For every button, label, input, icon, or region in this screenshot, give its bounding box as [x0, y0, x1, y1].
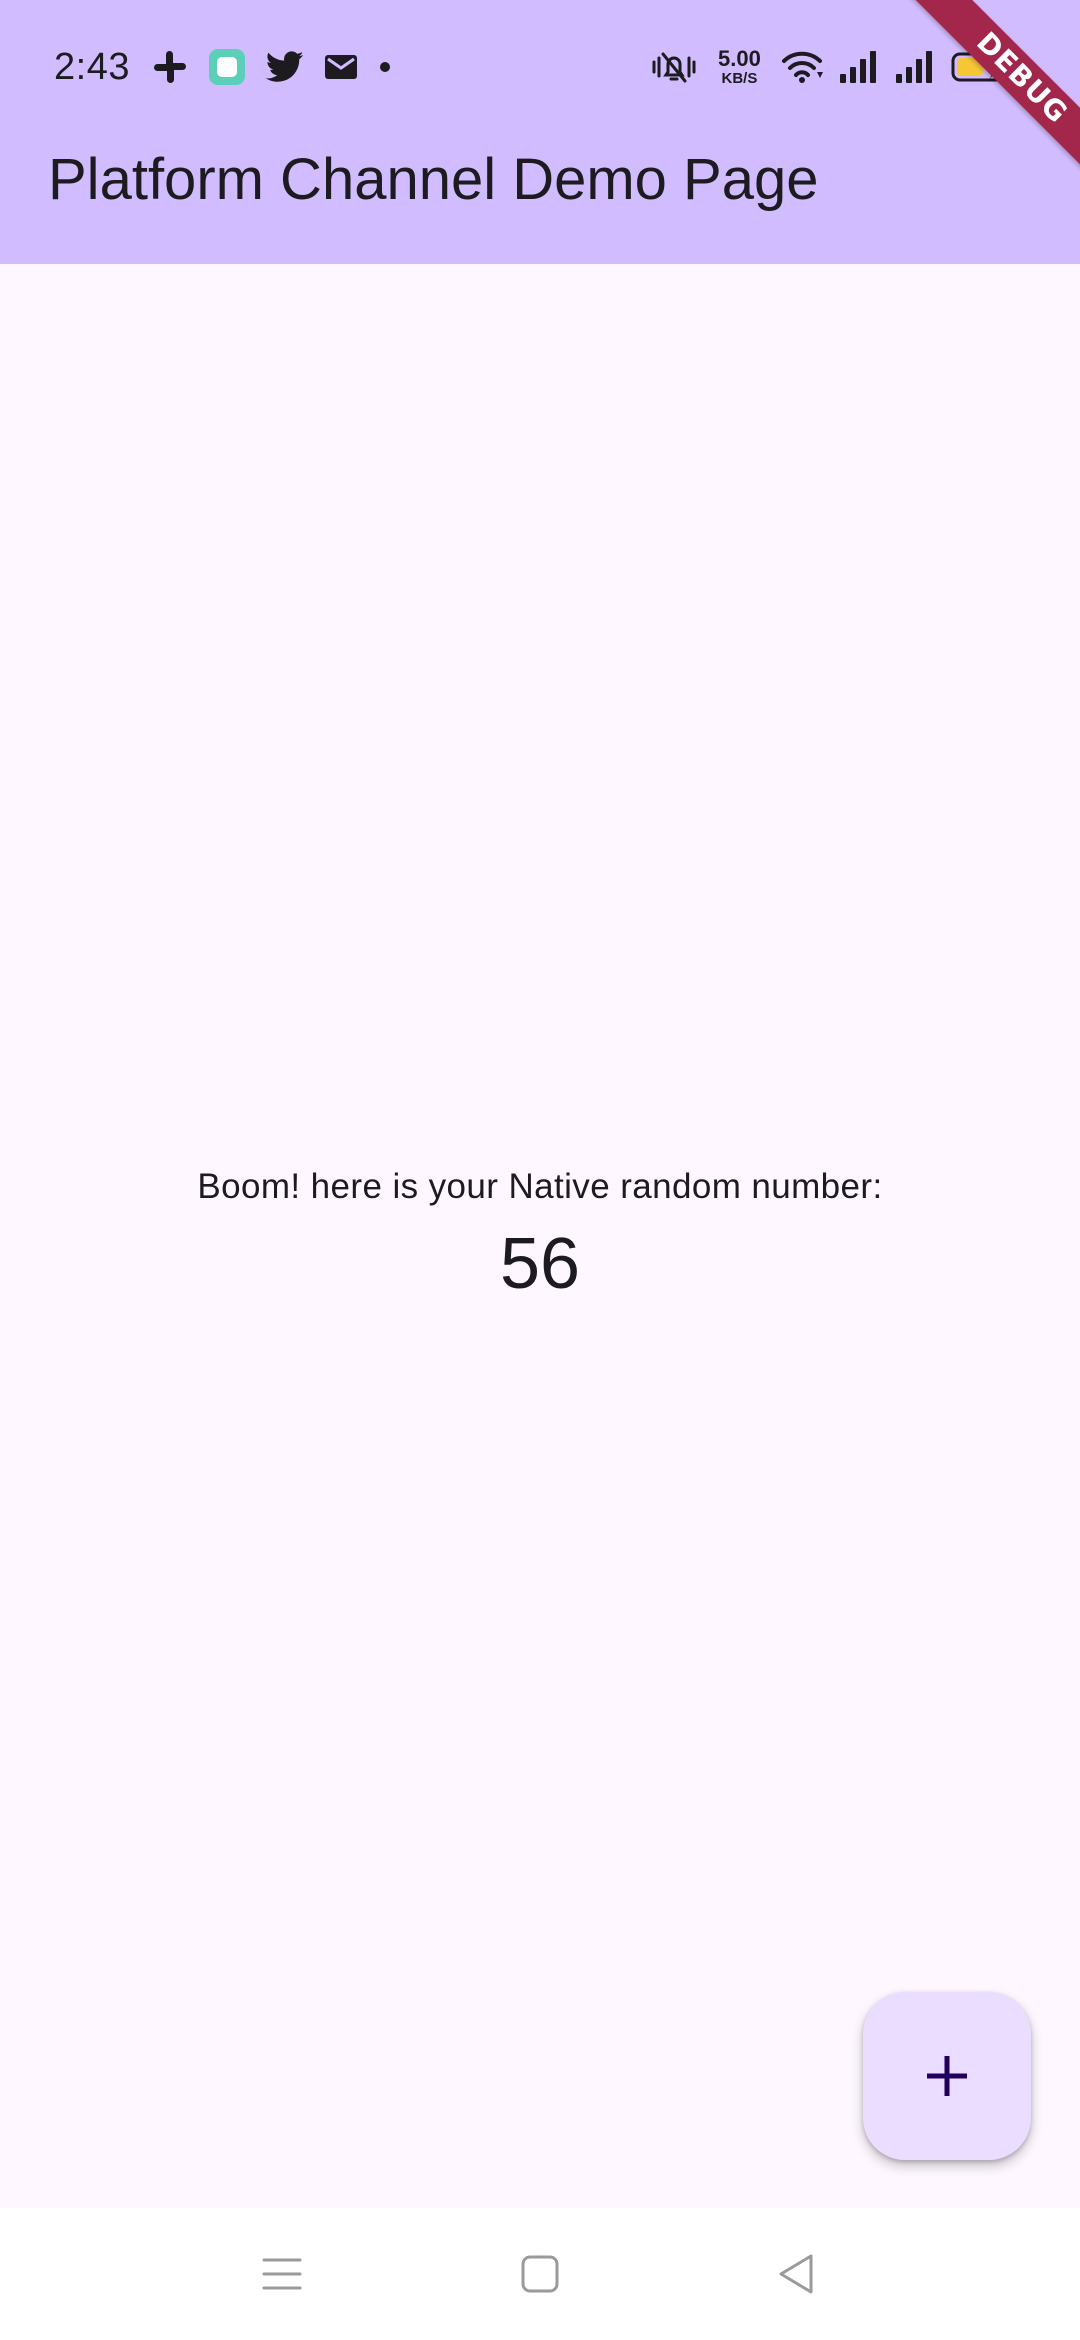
- more-dot-icon: [380, 62, 390, 72]
- nav-menu-button[interactable]: [237, 2234, 327, 2314]
- signal-sim2-icon: [895, 51, 932, 83]
- notification-icons: [152, 44, 392, 90]
- app-bar: Platform Channel Demo Page: [0, 132, 1080, 264]
- vibrate-silent-icon: [652, 52, 696, 83]
- result-block: Boom! here is your Native random number:…: [0, 1160, 1080, 1312]
- back-icon: [779, 2254, 813, 2294]
- app-notification-icon: [209, 49, 245, 85]
- random-number-message: Boom! here is your Native random number:: [197, 1167, 883, 1206]
- add-icon: [927, 2056, 967, 2096]
- slack-icon: [154, 51, 186, 83]
- top-area: 2:43 5.00 KB/S Platform Channel Demo Pag…: [0, 0, 1080, 264]
- home-icon: [521, 2255, 559, 2293]
- network-speed-unit: KB/S: [721, 70, 758, 87]
- network-speed: 5.00 KB/S: [718, 46, 761, 87]
- menu-icon: [262, 2258, 302, 2290]
- navigation-bar: [0, 2208, 1080, 2340]
- nav-back-button[interactable]: [751, 2234, 841, 2314]
- system-icons: 5.00 KB/S: [650, 44, 1019, 90]
- status-time: 2:43: [54, 46, 130, 88]
- random-number-value: 56: [499, 1224, 581, 1304]
- status-bar: 2:43 5.00 KB/S: [0, 0, 1080, 132]
- page-title: Platform Channel Demo Page: [48, 147, 819, 212]
- main-content: Boom! here is your Native random number:…: [0, 264, 1080, 2208]
- wifi-icon: [781, 51, 823, 83]
- nav-home-button[interactable]: [495, 2234, 585, 2314]
- twitter-icon: [266, 51, 304, 82]
- add-fab-button[interactable]: [863, 1992, 1031, 2160]
- signal-sim1-icon: [839, 51, 876, 83]
- network-speed-value: 5.00: [718, 46, 761, 71]
- mail-icon: [325, 55, 357, 79]
